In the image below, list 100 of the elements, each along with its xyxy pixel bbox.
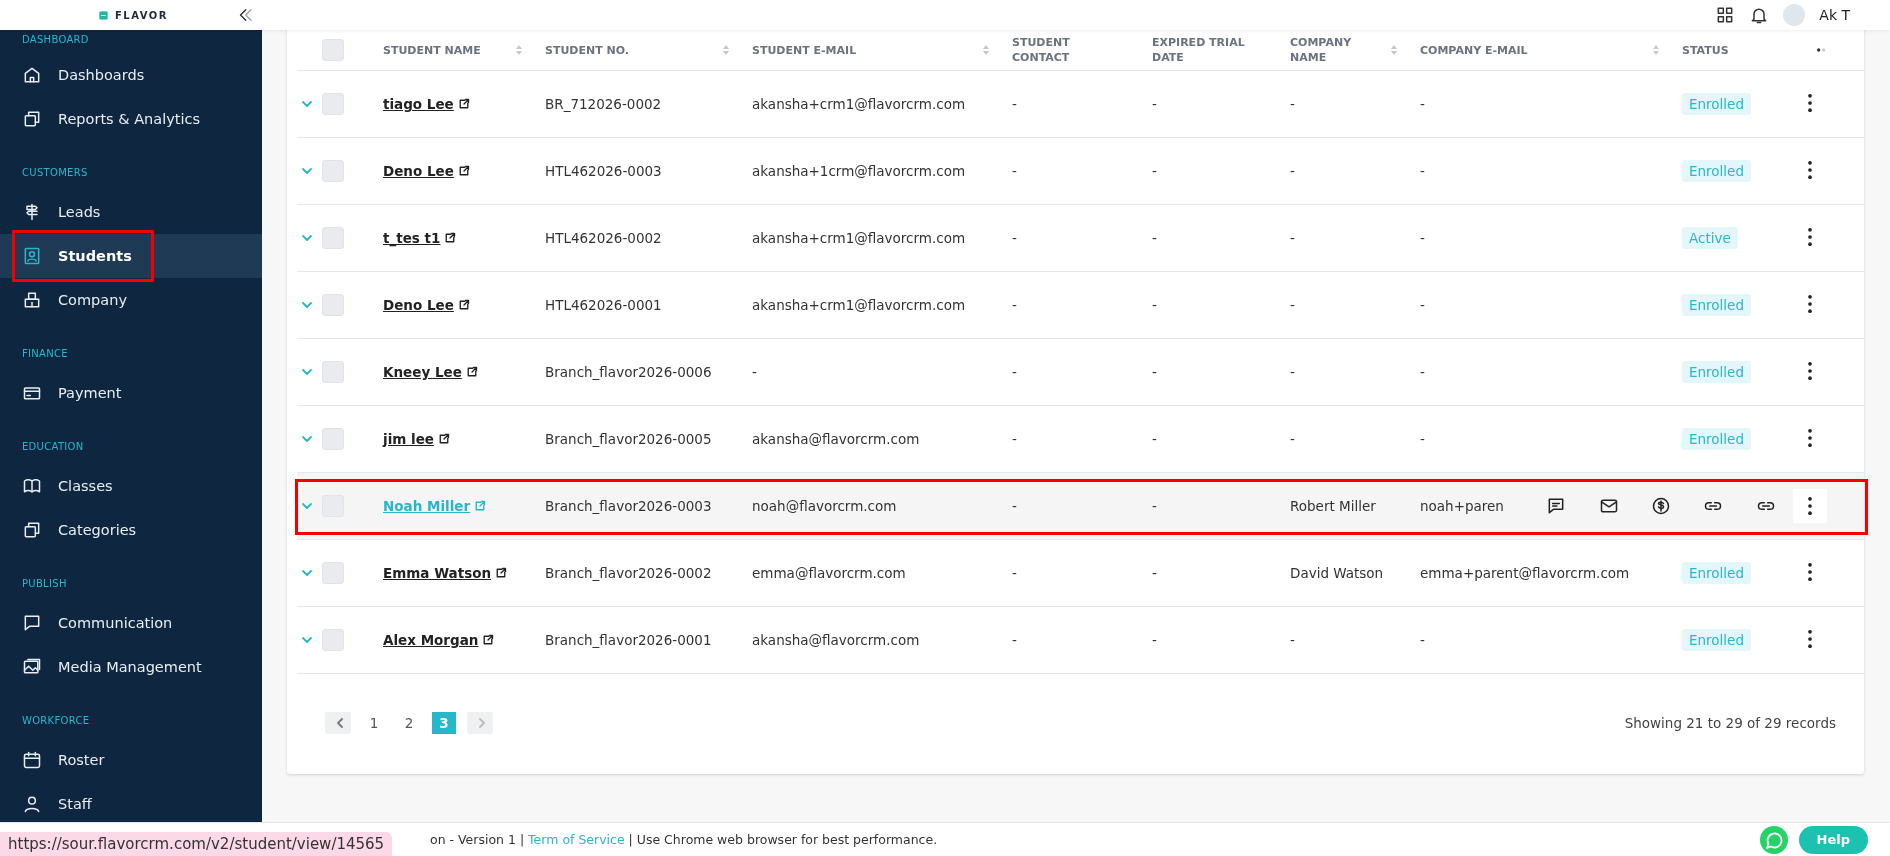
column-header: EXPIRED TRIAL DATE [1152,35,1246,65]
kebab-icon[interactable] [1808,562,1812,581]
table-cell-text: - [1419,228,1426,248]
chevron-down-icon[interactable] [301,568,313,578]
kebab-icon[interactable] [1808,361,1812,380]
sidebar-item[interactable]: Categories [0,508,262,552]
table-cell-text: - [1011,362,1018,382]
table-row[interactable]: t_tes t1 HTL462026-0002 akansha+crm1@flavorcrm.com - - - - Active [297,204,1864,271]
student-name-link[interactable]: Emma Watson [371,565,508,581]
column-header[interactable]: STUDENT E-MAIL [752,42,857,58]
sidebar-item[interactable]: Company [0,278,262,322]
select-all-checkbox[interactable] [322,39,344,61]
more-options-button[interactable] [1793,489,1827,523]
sidebar-item[interactable]: Classes [0,464,262,508]
table-cell-text: - [1011,295,1018,315]
kebab-icon[interactable] [1808,294,1812,313]
page-button[interactable]: 2 [397,712,421,734]
user-name[interactable]: Ak T [1819,7,1850,23]
table-row[interactable]: Kneey Lee Branch_flavor2026-0006 - - - - - Enrolled [297,338,1864,405]
table-row[interactable]: Emma Watson Branch_flavor2026-0002 emma@flavorcrm.com - - David Watson emma+parent@flavorcrm.com Enrolled [297,539,1864,606]
table-cell-text: - [1151,362,1158,382]
row-checkbox[interactable] [322,227,344,249]
chevron-down-icon[interactable] [301,300,313,310]
row-checkbox[interactable] [322,428,344,450]
table-row[interactable]: Deno Lee HTL462026-0003 akansha+1crm@flavorcrm.com - - - - Enrolled [297,137,1864,204]
student-name-link[interactable]: Deno Lee [371,163,470,179]
chevron-down-icon[interactable] [301,166,313,176]
table-cell-text: - [1011,161,1018,181]
status-badge: Enrolled [1682,562,1751,584]
status-badge: Enrolled [1682,428,1751,450]
kebab-icon[interactable] [1808,93,1812,112]
table-cell-text: emma@flavorcrm.com [751,563,907,583]
table-cell-text: akansha+crm1@flavorcrm.com [751,94,967,114]
chevron-down-icon[interactable] [301,99,313,109]
table-cell-text: noah@flavorcrm.com [751,496,898,516]
kebab-icon[interactable] [1808,160,1812,179]
chevron-down-icon[interactable] [301,367,313,377]
chevron-down-icon[interactable] [301,434,313,444]
kebab-icon [1808,497,1812,515]
chevron-down-icon[interactable] [301,635,313,645]
column-header[interactable]: COMPANY NAME [1290,35,1390,65]
sidebar-item[interactable]: Dashboards [0,53,262,97]
table-cell-text: - [1011,429,1018,449]
column-header[interactable]: STUDENT NO. [545,42,630,58]
page-button[interactable]: 1 [362,712,386,734]
table-cell-text: - [1151,496,1158,516]
table-row[interactable]: Deno Lee HTL462026-0001 akansha+crm1@flavorcrm.com - - - - Enrolled [297,271,1864,338]
table-cell-text: Branch_flavor2026-0003 [544,496,713,516]
sidebar-item[interactable]: Payment [0,371,262,415]
kebab-icon[interactable] [1808,227,1812,246]
student-name-link[interactable]: tiago Lee [371,96,470,112]
student-name-link[interactable]: Kneey Lee [371,364,478,380]
row-checkbox[interactable] [322,629,344,651]
next-page-button[interactable] [467,712,493,734]
sidebar-item[interactable]: Leads [0,190,262,234]
student-name-link[interactable]: Deno Lee [371,297,470,313]
image-gallery-icon [22,657,42,677]
table-row[interactable]: tiago Lee BR_712026-0002 akansha+crm1@flavorcrm.com - - - - Enrolled [297,70,1864,137]
table-cell-text: - [1151,94,1158,114]
sidebar-item[interactable]: Reports & Analytics [0,97,262,141]
external-link-icon [495,567,508,579]
sort-icon[interactable] [982,44,990,56]
table-cell-text: HTL462026-0002 [544,228,663,248]
stacked-pages-icon [22,109,42,129]
table-cell-text: akansha@flavorcrm.com [751,630,921,650]
dollar-icon[interactable] [1650,496,1671,516]
row-checkbox[interactable] [322,93,344,115]
table-cell-text: - [1151,429,1158,449]
chevron-down-icon[interactable] [301,233,313,243]
student-name-link[interactable]: Alex Morgan [371,632,495,648]
sidebar-item[interactable]: Media Management [0,645,262,689]
kebab-icon[interactable] [1808,428,1812,447]
student-name-link[interactable]: t_tes t1 [371,230,457,246]
row-checkbox[interactable] [322,562,344,584]
sort-icon[interactable] [722,44,730,56]
row-checkbox[interactable] [322,294,344,316]
external-link-icon [457,98,470,110]
previous-page-button[interactable] [325,712,351,734]
sort-icon[interactable] [1652,44,1660,56]
sidebar-item[interactable]: Staff [0,782,262,826]
sort-icon[interactable] [1390,44,1398,56]
chat-bubble-icon[interactable] [1758,824,1789,855]
row-checkbox[interactable] [322,160,344,182]
column-header[interactable]: STUDENT NAME [383,42,481,58]
chevron-down-icon[interactable] [301,501,313,511]
avatar[interactable] [1783,4,1806,26]
mail-icon[interactable] [1598,496,1619,516]
records-count: Showing 21 to 29 of 29 records [1624,715,1836,731]
status-badge: Enrolled [1682,294,1751,316]
row-checkbox[interactable] [322,361,344,383]
table-cell-text: akansha+crm1@flavorcrm.com [751,295,967,315]
sort-icon[interactable] [515,44,523,56]
column-header[interactable]: COMPANY E-MAIL [1420,42,1528,58]
sidebar-item[interactable]: Roster [0,738,262,782]
table-cell-text: akansha@flavorcrm.com [751,429,921,449]
kebab-icon[interactable] [1808,629,1812,648]
sidebar-item[interactable]: Communication [0,601,262,645]
table-row[interactable]: Alex Morgan Branch_flavor2026-0001 akansha@flavorcrm.com - - - - Enrolled [297,606,1864,673]
student-name-link[interactable]: jim lee [371,431,450,447]
building-icon [22,290,42,310]
